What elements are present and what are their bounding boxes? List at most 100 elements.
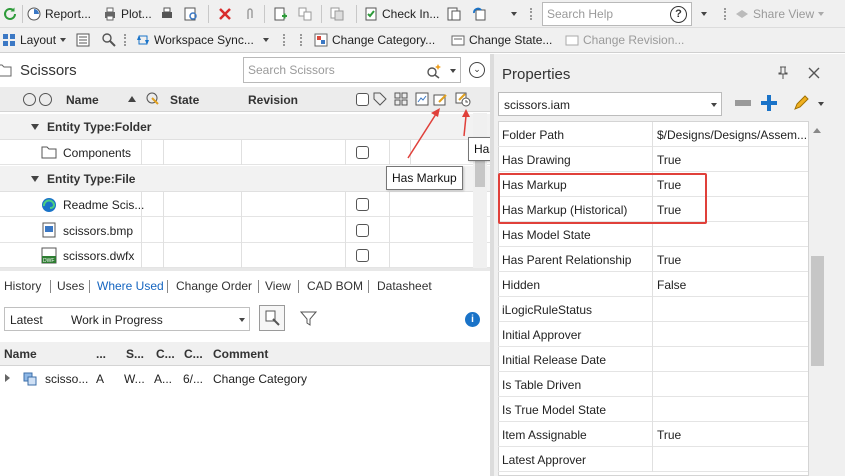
property-row[interactable]: Initial Release Date: [498, 347, 808, 372]
tab-history[interactable]: History: [4, 279, 41, 293]
new-file-button[interactable]: [273, 2, 291, 26]
tab-where-used[interactable]: Where Used: [97, 279, 164, 293]
change-state-button[interactable]: Change State...: [451, 28, 552, 52]
find-button[interactable]: [102, 28, 120, 52]
print-button[interactable]: [160, 2, 178, 26]
layout-button[interactable]: Layout: [2, 28, 67, 52]
tab-datasheet[interactable]: Datasheet: [377, 279, 432, 293]
tab-view[interactable]: View: [265, 279, 291, 293]
property-row[interactable]: Has Drawing True: [498, 147, 808, 172]
tab-change-order[interactable]: Change Order: [176, 279, 252, 293]
property-row[interactable]: Is Table Driven: [498, 372, 808, 397]
property-row[interactable]: Latest Approver: [498, 447, 808, 472]
report-button[interactable]: Report...: [27, 2, 91, 26]
refresh-button[interactable]: [2, 2, 18, 26]
edit-pencil-icon[interactable]: [792, 94, 810, 112]
row-checkbox[interactable]: [356, 146, 369, 159]
tab-cad-bom[interactable]: CAD BOM: [307, 279, 363, 293]
properties-scrollbar-thumb[interactable]: [811, 256, 824, 366]
properties-scrollbar-up[interactable]: [813, 128, 821, 133]
where-used-col-2[interactable]: S...: [126, 347, 144, 361]
row-checkbox[interactable]: [356, 198, 369, 211]
get-icon: [330, 7, 344, 21]
workspace-sync-button[interactable]: Workspace Sync...: [136, 28, 254, 52]
row-checkbox[interactable]: [356, 249, 369, 262]
check-out-button[interactable]: [447, 2, 465, 26]
print-preview-button[interactable]: [184, 2, 202, 26]
copy-design-button[interactable]: [298, 2, 316, 26]
plot-button[interactable]: Plot...: [103, 2, 152, 26]
search-help-box[interactable]: Search Help ?: [542, 2, 692, 26]
help-icon[interactable]: ?: [670, 6, 687, 23]
property-row[interactable]: Initial Approver: [498, 322, 808, 347]
horizontal-splitter[interactable]: [0, 268, 490, 271]
property-row[interactable]: Has Parent Relationship True: [498, 247, 808, 272]
search-help-placeholder: Search Help: [547, 7, 614, 21]
tab-uses[interactable]: Uses: [57, 279, 84, 293]
plot-label: Plot...: [121, 7, 152, 21]
highlight-box: [498, 173, 707, 224]
info-icon[interactable]: i: [465, 312, 480, 327]
version-filter-dropdown[interactable]: Latest Work in Progress: [4, 307, 250, 331]
undo-check-out-button[interactable]: [472, 2, 490, 26]
sort-ascending-icon: [128, 96, 136, 102]
where-used-col-4[interactable]: C...: [184, 347, 203, 361]
share-view-label: Share View: [753, 7, 815, 21]
checkout-circle-icon[interactable]: [39, 93, 52, 106]
group-label: Entity Type:File: [47, 172, 136, 186]
where-used-col-3[interactable]: C...: [156, 347, 175, 361]
share-view-button[interactable]: Share View: [735, 2, 825, 26]
details-button[interactable]: [76, 28, 94, 52]
property-row[interactable]: Has Model State: [498, 222, 808, 247]
collapse-arrow-icon[interactable]: [31, 176, 39, 182]
column-header-name[interactable]: Name: [66, 93, 99, 107]
column-header-state[interactable]: State: [170, 93, 199, 107]
search-scissors-input[interactable]: Search Scissors: [243, 57, 461, 83]
where-used-col-name[interactable]: Name: [4, 347, 37, 361]
expand-arrow-icon[interactable]: [5, 374, 10, 382]
change-category-button[interactable]: Change Category...: [314, 28, 435, 52]
get-revision-button[interactable]: [330, 2, 348, 26]
add-property-button[interactable]: [760, 94, 778, 112]
delete-button[interactable]: [218, 2, 236, 26]
more-dropdown[interactable]: [507, 2, 517, 26]
pin-icon[interactable]: [777, 66, 789, 80]
column-header-revision[interactable]: Revision: [248, 93, 298, 107]
search-options-dropdown[interactable]: [450, 69, 456, 73]
property-row[interactable]: Folder Path $/Designs/Designs/Assem...: [498, 122, 808, 147]
printer-icon: [105, 7, 115, 21]
help-dropdown[interactable]: [697, 2, 707, 26]
folder-icon: [41, 146, 57, 159]
where-used-col-comment[interactable]: Comment: [213, 347, 268, 361]
refresh-icon: [4, 7, 16, 20]
tag-icon[interactable]: [146, 92, 160, 106]
edit-dropdown[interactable]: [818, 102, 824, 106]
filter-icon[interactable]: [300, 310, 317, 327]
property-row[interactable]: iLogicRuleStatus: [498, 297, 808, 322]
search-sparkle-icon[interactable]: [426, 63, 442, 79]
assembly-icon: [23, 372, 37, 386]
check-in-button[interactable]: Check In...: [364, 2, 439, 26]
property-row[interactable]: Hidden False: [498, 272, 808, 297]
workspace-sync-dropdown[interactable]: [259, 28, 269, 52]
reveal-button[interactable]: [259, 305, 285, 331]
status-circle-icon[interactable]: [23, 93, 36, 106]
close-icon[interactable]: [808, 67, 820, 79]
svg-text:DWF: DWF: [43, 258, 54, 264]
where-used-col-1[interactable]: ...: [96, 347, 106, 361]
properties-selector[interactable]: scissors.iam: [498, 92, 722, 116]
collapse-panel-button[interactable]: ⌄: [469, 62, 485, 78]
change-revision-button[interactable]: Change Revision...: [565, 28, 684, 52]
header-checkbox[interactable]: [356, 93, 369, 106]
row-checkbox[interactable]: [356, 224, 369, 237]
property-row[interactable]: Item Assignable True: [498, 422, 808, 447]
workspace-sync-label: Workspace Sync...: [154, 33, 254, 47]
filter-work-in-progress: Work in Progress: [71, 313, 163, 327]
tag-outline-icon[interactable]: [373, 92, 387, 106]
property-row[interactable]: Is True Model State: [498, 397, 808, 422]
attach-button[interactable]: [243, 2, 261, 26]
remove-property-button[interactable]: [735, 100, 751, 106]
where-used-name: scisso...: [45, 372, 89, 386]
new-file-icon: [274, 7, 287, 21]
collapse-arrow-icon[interactable]: [31, 124, 39, 130]
